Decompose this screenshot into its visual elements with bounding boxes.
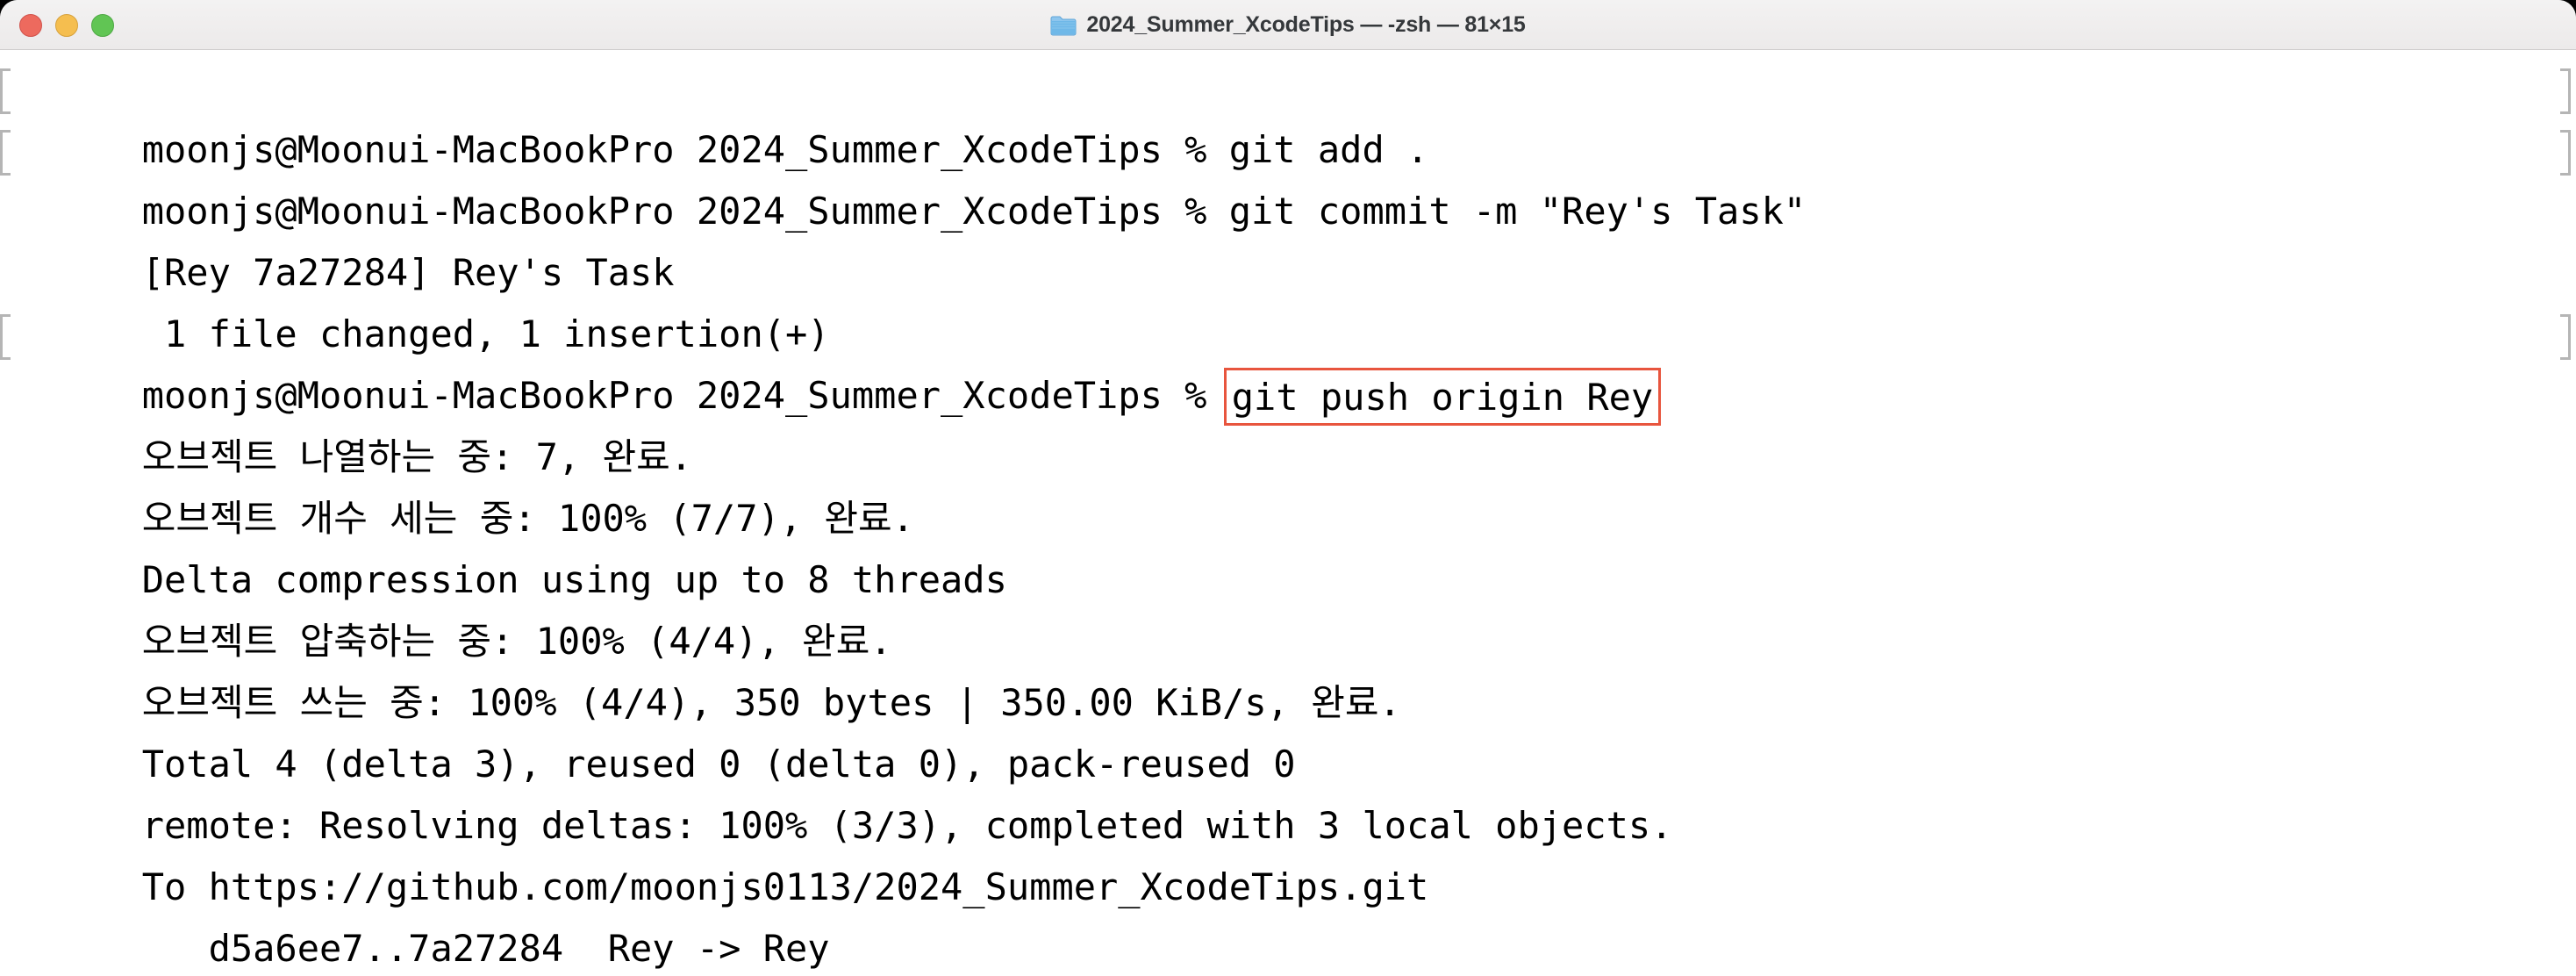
window-title: 2024_Summer_XcodeTips — -zsh — 81×15 <box>1086 12 1526 37</box>
terminal-output-area[interactable]: moonjs@Moonui-MacBookPro 2024_Summer_Xco… <box>0 50 2576 976</box>
terminal-line: 오브젝트 압축하는 중: 100% (4/4), 완료. <box>0 549 2576 663</box>
terminal-line-highlighted: moonjs@Moonui-MacBookPro 2024_Summer_Xco… <box>0 304 2576 426</box>
title-bar[interactable]: 2024_Summer_XcodeTips — -zsh — 81×15 <box>0 0 2576 50</box>
terminal-line: Total 4 (delta 3), reused 0 (delta 0), p… <box>0 672 2576 786</box>
terminal-line: 오브젝트 개수 세는 중: 100% (7/7), 완료. <box>0 427 2576 540</box>
terminal-line: moonjs@Moonui-MacBookPro 2024_Summer_Xco… <box>0 119 2576 233</box>
terminal-line: d5a6ee7..7a27284 Rey -> Rey <box>0 857 2576 970</box>
terminal-line: [Rey 7a27284] Rey's Task <box>0 181 2576 294</box>
terminal-line: 오브젝트 나열하는 중: 7, 완료. <box>0 365 2576 478</box>
minimize-button[interactable] <box>55 13 78 37</box>
terminal-line: moonjs@Moonui-MacBookPro 2024_Summer_Xco… <box>0 58 2576 171</box>
zoom-button[interactable] <box>91 13 114 37</box>
terminal-line: 오브젝트 쓰는 중: 100% (4/4), 350 bytes | 350.0… <box>0 611 2576 724</box>
terminal-line: remote: Resolving deltas: 100% (3/3), co… <box>0 734 2576 847</box>
terminal-window: 2024_Summer_XcodeTips — -zsh — 81×15 moo… <box>0 0 2576 976</box>
terminal-line: 1 file changed, 1 insertion(+) <box>0 242 2576 355</box>
traffic-light-group <box>19 0 114 50</box>
folder-icon <box>1050 16 1077 36</box>
title-group: 2024_Summer_XcodeTips — -zsh — 81×15 <box>0 0 2576 50</box>
terminal-line: To https://github.com/moonjs0113/2024_Su… <box>0 795 2576 908</box>
terminal-line-active[interactable]: moonjs@Moonui-MacBookPro 2024_Summer_Xco… <box>0 918 2576 976</box>
terminal-line: Delta compression using up to 8 threads <box>0 488 2576 601</box>
close-button[interactable] <box>19 13 42 37</box>
